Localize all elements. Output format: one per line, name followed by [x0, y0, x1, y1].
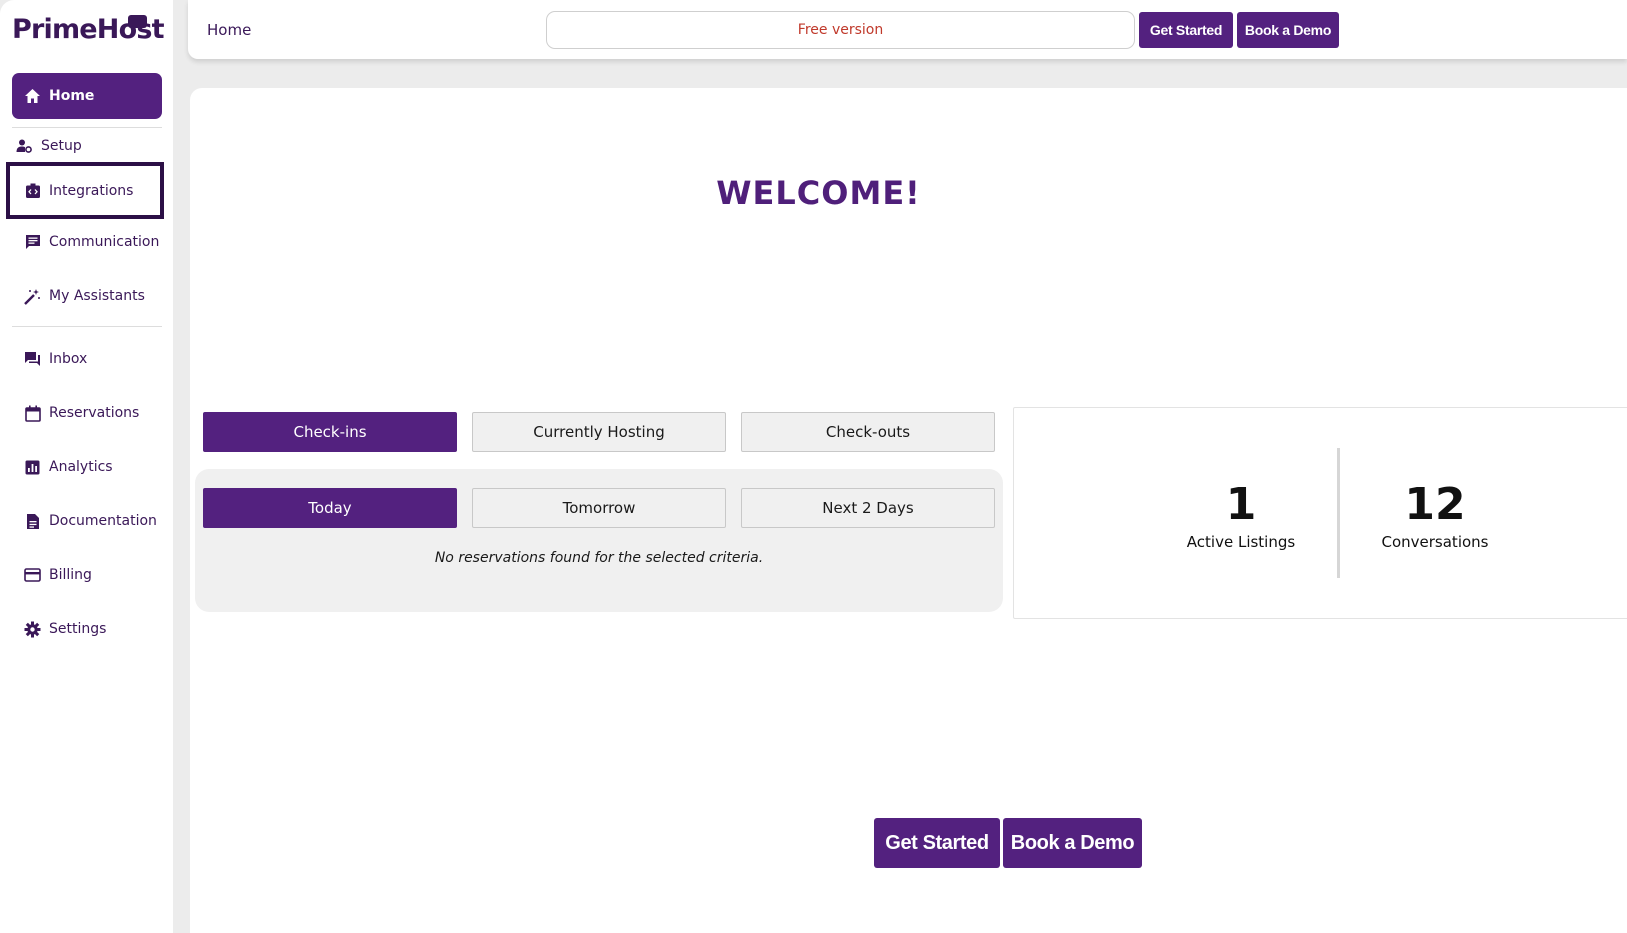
chat-bubble-icon — [128, 10, 147, 28]
sidebar-item-label: Billing — [49, 567, 92, 583]
analytics-icon — [24, 459, 41, 476]
sidebar-item-documentation[interactable]: Documentation — [12, 498, 162, 544]
plan-notice: Free version — [546, 11, 1135, 49]
sidebar-item-inbox[interactable]: Inbox — [12, 336, 162, 382]
main-panel: WELCOME! Check-ins Currently Hosting Che… — [190, 88, 1627, 933]
sidebar-item-communication[interactable]: Communication — [12, 219, 162, 265]
top-bar: Home Free version Get Started Book a Dem… — [188, 0, 1627, 59]
sidebar-item-label: Settings — [49, 621, 107, 637]
magic-wand-icon — [24, 288, 41, 305]
stat-label: Conversations — [1381, 533, 1489, 551]
sidebar-item-label: Home — [49, 88, 95, 104]
tab-currently-hosting[interactable]: Currently Hosting — [472, 412, 726, 452]
sidebar-item-label: Setup — [41, 138, 82, 154]
get-started-button[interactable]: Get Started — [1139, 12, 1233, 48]
stat-value: 12 — [1404, 479, 1466, 530]
sidebar-item-billing[interactable]: Billing — [12, 552, 162, 598]
stat-conversations: 12 Conversations — [1345, 479, 1525, 552]
credit-card-icon — [24, 567, 41, 584]
user-gear-icon — [16, 138, 33, 155]
stat-label: Active Listings — [1186, 533, 1296, 551]
document-icon — [24, 513, 41, 530]
sidebar-item-analytics[interactable]: Analytics — [12, 444, 162, 490]
home-icon — [24, 88, 41, 105]
stats-card: 1 Active Listings 12 Conversations — [1013, 407, 1627, 619]
inbox-icon — [24, 351, 41, 368]
sidebar-item-label: Reservations — [49, 405, 140, 421]
tab-today[interactable]: Today — [203, 488, 457, 528]
sidebar-item-reservations[interactable]: Reservations — [12, 390, 162, 436]
sidebar-item-label: Analytics — [49, 459, 113, 475]
sidebar-item-label: Documentation — [49, 513, 157, 529]
empty-reservations-message: No reservations found for the selected c… — [434, 550, 764, 566]
chat-icon — [24, 234, 41, 251]
cta-book-demo-button[interactable]: Book a Demo — [1003, 818, 1142, 868]
stat-divider — [1337, 448, 1340, 578]
sidebar-item-settings[interactable]: Settings — [12, 606, 162, 652]
breadcrumb[interactable]: Home — [207, 21, 251, 39]
stat-active-listings: 1 Active Listings — [1151, 479, 1331, 552]
stat-value: 1 — [1225, 479, 1257, 530]
sidebar-item-home[interactable]: Home — [12, 73, 162, 119]
sidebar-divider — [12, 326, 162, 327]
tab-check-outs[interactable]: Check-outs — [741, 412, 995, 452]
page-title: WELCOME! — [716, 174, 921, 212]
tab-check-ins[interactable]: Check-ins — [203, 412, 457, 452]
sidebar: PrimeHost Home Setup Integrations Commun… — [0, 0, 173, 933]
book-demo-button[interactable]: Book a Demo — [1237, 12, 1339, 48]
tab-tomorrow[interactable]: Tomorrow — [472, 488, 726, 528]
cta-get-started-button[interactable]: Get Started — [874, 818, 1000, 868]
sidebar-item-label: Inbox — [49, 351, 88, 367]
calendar-icon — [24, 405, 41, 422]
sidebar-item-label: Communication — [49, 234, 160, 250]
sidebar-item-label: My Assistants — [49, 288, 145, 304]
gear-icon — [24, 621, 41, 638]
sidebar-item-my-assistants[interactable]: My Assistants — [12, 273, 162, 319]
tab-next-2-days[interactable]: Next 2 Days — [741, 488, 995, 528]
